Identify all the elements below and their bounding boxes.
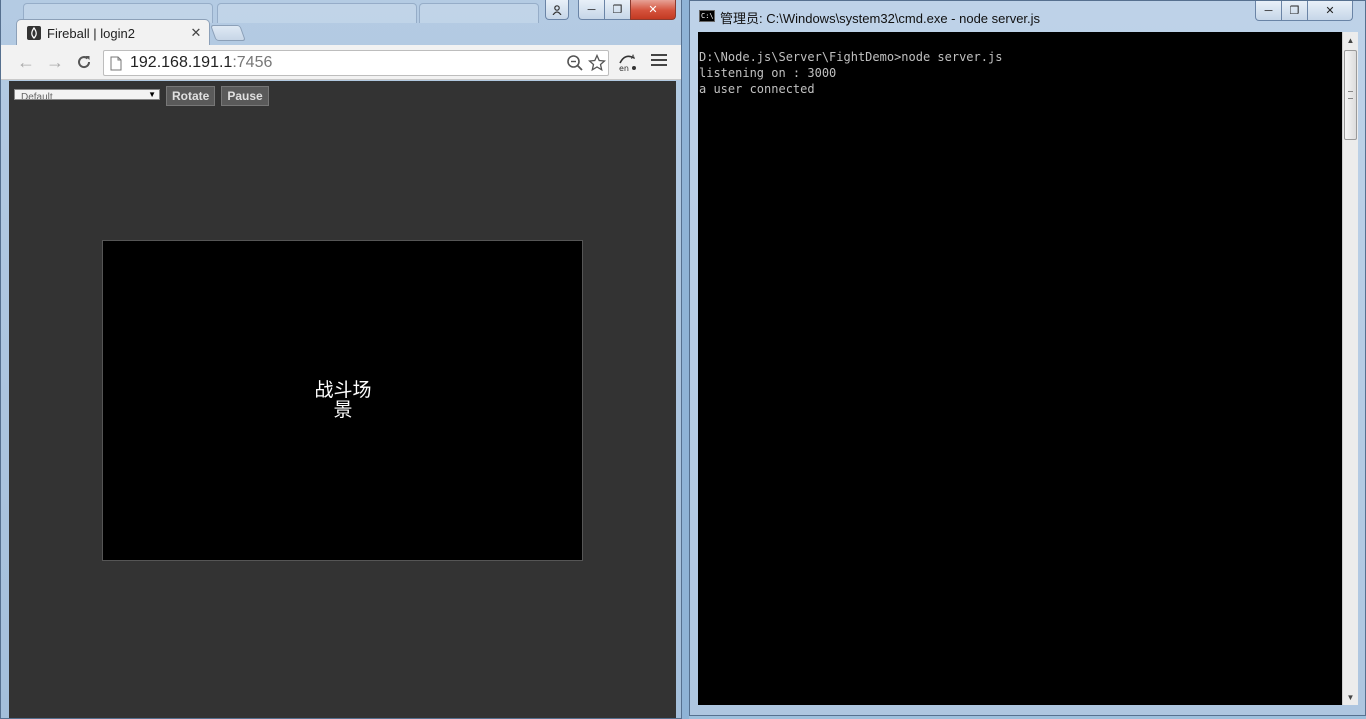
profile-button[interactable] xyxy=(545,0,569,20)
cmd-maximize-button[interactable]: ❐ xyxy=(1281,1,1308,21)
zoom-icon[interactable] xyxy=(566,54,584,72)
cmd-window-controls: ─ ❐ ✕ xyxy=(1255,1,1353,21)
tab-title: Fireball | login2 xyxy=(47,25,135,41)
close-icon: ✕ xyxy=(1325,5,1335,17)
translate-extension-icon[interactable]: en A xyxy=(617,51,639,73)
desktop-background xyxy=(682,0,689,719)
fireball-favicon-icon xyxy=(27,26,41,40)
dropdown-arrow-icon: ▼ xyxy=(148,90,156,99)
close-button[interactable]: ✕ xyxy=(630,0,676,20)
rotate-button[interactable]: Rotate xyxy=(166,86,216,106)
menu-icon[interactable] xyxy=(651,54,667,70)
game-canvas[interactable]: 战斗场景 xyxy=(102,240,583,561)
background-tab[interactable] xyxy=(419,3,539,23)
reload-icon[interactable] xyxy=(73,52,95,72)
scene-label: 战斗场景 xyxy=(314,379,372,421)
restore-icon: ❐ xyxy=(1289,5,1300,17)
cmd-window-title: 管理员: C:\Windows\system32\cmd.exe - node … xyxy=(720,11,1041,26)
address-bar[interactable]: 192.168.191.1:7456 xyxy=(103,50,609,76)
console-scrollbar[interactable]: ▲ ▼ xyxy=(1342,32,1358,705)
device-select-value: Default xyxy=(21,92,53,100)
cmd-icon: C:\ xyxy=(699,10,715,22)
console-line: listening on : 3000 xyxy=(699,66,837,80)
scroll-down-icon[interactable]: ▼ xyxy=(1343,689,1358,705)
restore-icon: ❐ xyxy=(612,4,623,16)
cmd-minimize-button[interactable]: ─ xyxy=(1255,1,1282,21)
browser-window: ─ ❐ ✕ Fireball | login2 ✕ ← → 192.168.19… xyxy=(0,0,682,719)
svg-text:A: A xyxy=(631,54,636,61)
browser-toolbar: ← → 192.168.191.1:7456 en A xyxy=(1,45,681,80)
tab-active[interactable]: Fireball | login2 ✕ xyxy=(16,19,210,46)
close-icon: ✕ xyxy=(648,4,658,16)
scroll-up-icon[interactable]: ▲ xyxy=(1343,32,1358,48)
profile-button-group xyxy=(545,0,569,20)
minimize-icon: ─ xyxy=(1264,4,1273,17)
forward-icon[interactable]: → xyxy=(44,52,66,72)
tab-close-icon[interactable]: ✕ xyxy=(189,25,203,41)
svg-text:en: en xyxy=(619,64,629,73)
cmd-window: C:\ 管理员: C:\Windows\system32\cmd.exe - n… xyxy=(689,0,1366,716)
console-output[interactable]: D:\Node.js\Server\FightDemo>node server.… xyxy=(698,32,1342,705)
minimize-icon: ─ xyxy=(587,3,596,16)
pause-button[interactable]: Pause xyxy=(221,86,269,106)
console-line: a user connected xyxy=(699,82,815,96)
console-line: D:\Node.js\Server\FightDemo>node server.… xyxy=(699,50,1003,64)
scroll-thumb[interactable] xyxy=(1344,50,1357,140)
person-icon xyxy=(552,4,562,15)
background-tab[interactable] xyxy=(217,3,417,23)
url-host: 192.168.191.1 xyxy=(130,54,233,71)
cmd-close-button[interactable]: ✕ xyxy=(1307,1,1353,21)
window-controls: ─ ❐ ✕ xyxy=(578,0,676,20)
new-tab-button[interactable] xyxy=(210,25,246,41)
game-viewport: Default ▼ Rotate Pause 战斗场景 xyxy=(9,81,676,718)
page-icon xyxy=(110,56,122,70)
minimize-button[interactable]: ─ xyxy=(578,0,605,20)
back-icon[interactable]: ← xyxy=(15,52,37,72)
maximize-button[interactable]: ❐ xyxy=(604,0,631,20)
device-select[interactable]: Default ▼ xyxy=(14,89,160,100)
preview-controls: Default ▼ Rotate Pause xyxy=(14,86,269,106)
url-port: :7456 xyxy=(232,54,273,71)
bookmark-star-icon[interactable] xyxy=(588,54,606,72)
